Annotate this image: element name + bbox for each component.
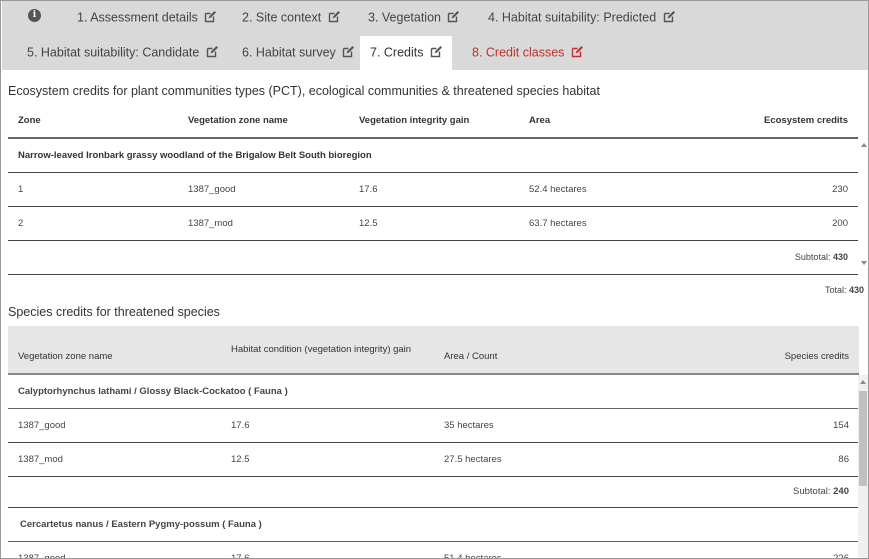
table-group-row: Cercartetus nanus / Eastern Pygmy-possum… xyxy=(8,507,859,542)
credits-cell: 86 xyxy=(648,442,859,477)
pct-group-name: Narrow-leaved Ironbark grassy woodland o… xyxy=(8,138,858,173)
column-header: Ecosystem credits xyxy=(659,104,858,139)
column-header: Species credits xyxy=(648,326,859,375)
column-header: Area / Count xyxy=(434,326,648,375)
credits-cell: 154 xyxy=(648,408,859,443)
subtotal-row: Subtotal: 240 xyxy=(8,476,859,508)
edit-icon xyxy=(328,10,340,22)
tab-bar: i 1. Assessment details 2. Site context … xyxy=(2,1,868,70)
tab-label: 1. Assessment details xyxy=(77,10,198,25)
habitat-condition-cell: 12.5 xyxy=(221,442,434,477)
area-count-cell: 51.4 hectares xyxy=(434,541,648,558)
table-row: 1 1387_good 17.6 52.4 hectares 230 xyxy=(8,172,858,207)
tab-credit-classes[interactable]: 8. Credit classes xyxy=(464,36,591,70)
area-count-cell: 35 hectares xyxy=(434,408,648,443)
zone-cell: 2 xyxy=(8,206,178,241)
table-row: 1387_good 17.6 51.4 hectares 226 xyxy=(8,541,859,558)
tab-assessment-details[interactable]: 1. Assessment details xyxy=(69,1,224,35)
veg-zone-name-cell: 1387_good xyxy=(178,172,349,207)
subtotal-value: 430 xyxy=(832,252,848,262)
species-table-scrollbar[interactable] xyxy=(858,375,868,558)
veg-zone-name-cell: 1387_good xyxy=(8,541,221,558)
ecosystem-credits-title: Ecosystem credits for plant communities … xyxy=(8,84,600,98)
total-label: Total: xyxy=(824,285,847,295)
integrity-gain-cell: 12.5 xyxy=(349,206,519,241)
info-icon[interactable]: i xyxy=(28,9,41,22)
tab-label: 2. Site context xyxy=(242,10,322,25)
edit-icon xyxy=(206,45,218,57)
table-row: 2 1387_mod 12.5 63.7 hectares 200 xyxy=(8,206,858,241)
credits-cell: 226 xyxy=(648,541,859,558)
tab-site-context[interactable]: 2. Site context xyxy=(234,1,348,35)
column-header: Habitat condition (vegetation integrity)… xyxy=(221,326,434,375)
species-credits-title: Species credits for threatened species xyxy=(8,305,220,319)
column-header: Zone xyxy=(8,104,178,139)
app-frame: i 1. Assessment details 2. Site context … xyxy=(0,0,869,559)
edit-icon xyxy=(571,45,583,57)
habitat-condition-cell: 17.6 xyxy=(221,408,434,443)
veg-zone-name-cell: 1387_mod xyxy=(178,206,349,241)
subtotal-value: 240 xyxy=(833,486,849,497)
tab-credits[interactable]: 7. Credits xyxy=(360,36,452,70)
table-row: 1387_mod 12.5 27.5 hectares 86 xyxy=(8,442,859,477)
tab-habitat-survey[interactable]: 6. Habitat survey xyxy=(234,36,362,70)
species-group-name: Cercartetus nanus / Eastern Pygmy-possum… xyxy=(8,507,859,542)
column-header: Vegetation integrity gain xyxy=(349,104,519,139)
species-group-name: Calyptorhynchus lathami / Glossy Black-C… xyxy=(8,374,859,409)
edit-icon xyxy=(343,45,355,57)
tab-label: 5. Habitat suitability: Candidate xyxy=(27,45,200,60)
tab-label: 4. Habitat suitability: Predicted xyxy=(488,10,657,25)
area-cell: 63.7 hectares xyxy=(519,206,659,241)
table-row: 1387_good 17.6 35 hectares 154 xyxy=(8,408,859,443)
total-value: 430 xyxy=(848,285,864,295)
ecosystem-total: Total: 430 xyxy=(825,285,864,295)
area-count-cell: 27.5 hectares xyxy=(434,442,648,477)
tab-habitat-suitability-candidate[interactable]: 5. Habitat suitability: Candidate xyxy=(19,36,226,70)
edit-icon xyxy=(430,45,442,57)
area-cell: 52.4 hectares xyxy=(519,172,659,207)
edit-icon xyxy=(448,10,460,22)
scroll-up-arrow-icon[interactable] xyxy=(861,143,867,147)
species-credits-table: Vegetation zone name Habitat condition (… xyxy=(8,326,859,558)
tab-habitat-suitability-predicted[interactable]: 4. Habitat suitability: Predicted xyxy=(480,1,683,35)
tab-label: 3. Vegetation xyxy=(368,10,441,25)
tab-label: 6. Habitat survey xyxy=(242,45,336,60)
column-header: Vegetation zone name xyxy=(8,326,221,375)
scrollbar-thumb[interactable] xyxy=(859,391,867,486)
table-group-row: Narrow-leaved Ironbark grassy woodland o… xyxy=(8,138,858,173)
veg-zone-name-cell: 1387_good xyxy=(8,408,221,443)
tab-vegetation[interactable]: 3. Vegetation xyxy=(360,1,467,35)
credits-cell: 230 xyxy=(659,172,858,207)
subtotal-row: Subtotal: 430 xyxy=(8,240,858,275)
column-header: Area xyxy=(519,104,659,139)
ecosystem-credits-table: Zone Vegetation zone name Vegetation int… xyxy=(8,104,858,275)
credits-cell: 200 xyxy=(659,206,858,241)
subtotal-label: Subtotal: xyxy=(793,486,831,497)
edit-icon xyxy=(205,10,217,22)
scroll-up-arrow-icon[interactable] xyxy=(859,380,866,384)
zone-cell: 1 xyxy=(8,172,178,207)
ecosystem-table-scrollbar[interactable] xyxy=(861,141,868,271)
integrity-gain-cell: 17.6 xyxy=(349,172,519,207)
habitat-condition-cell: 17.6 xyxy=(221,541,434,558)
table-group-row: Calyptorhynchus lathami / Glossy Black-C… xyxy=(8,374,859,409)
subtotal-label: Subtotal: xyxy=(794,252,831,262)
scroll-down-arrow-icon[interactable] xyxy=(861,261,867,265)
column-header: Vegetation zone name xyxy=(178,104,349,139)
veg-zone-name-cell: 1387_mod xyxy=(8,442,221,477)
tab-label: 8. Credit classes xyxy=(472,45,565,60)
edit-icon xyxy=(663,10,675,22)
table-header-row: Zone Vegetation zone name Vegetation int… xyxy=(8,104,858,139)
table-header-row: Vegetation zone name Habitat condition (… xyxy=(8,326,859,375)
tab-label: 7. Credits xyxy=(370,45,424,60)
